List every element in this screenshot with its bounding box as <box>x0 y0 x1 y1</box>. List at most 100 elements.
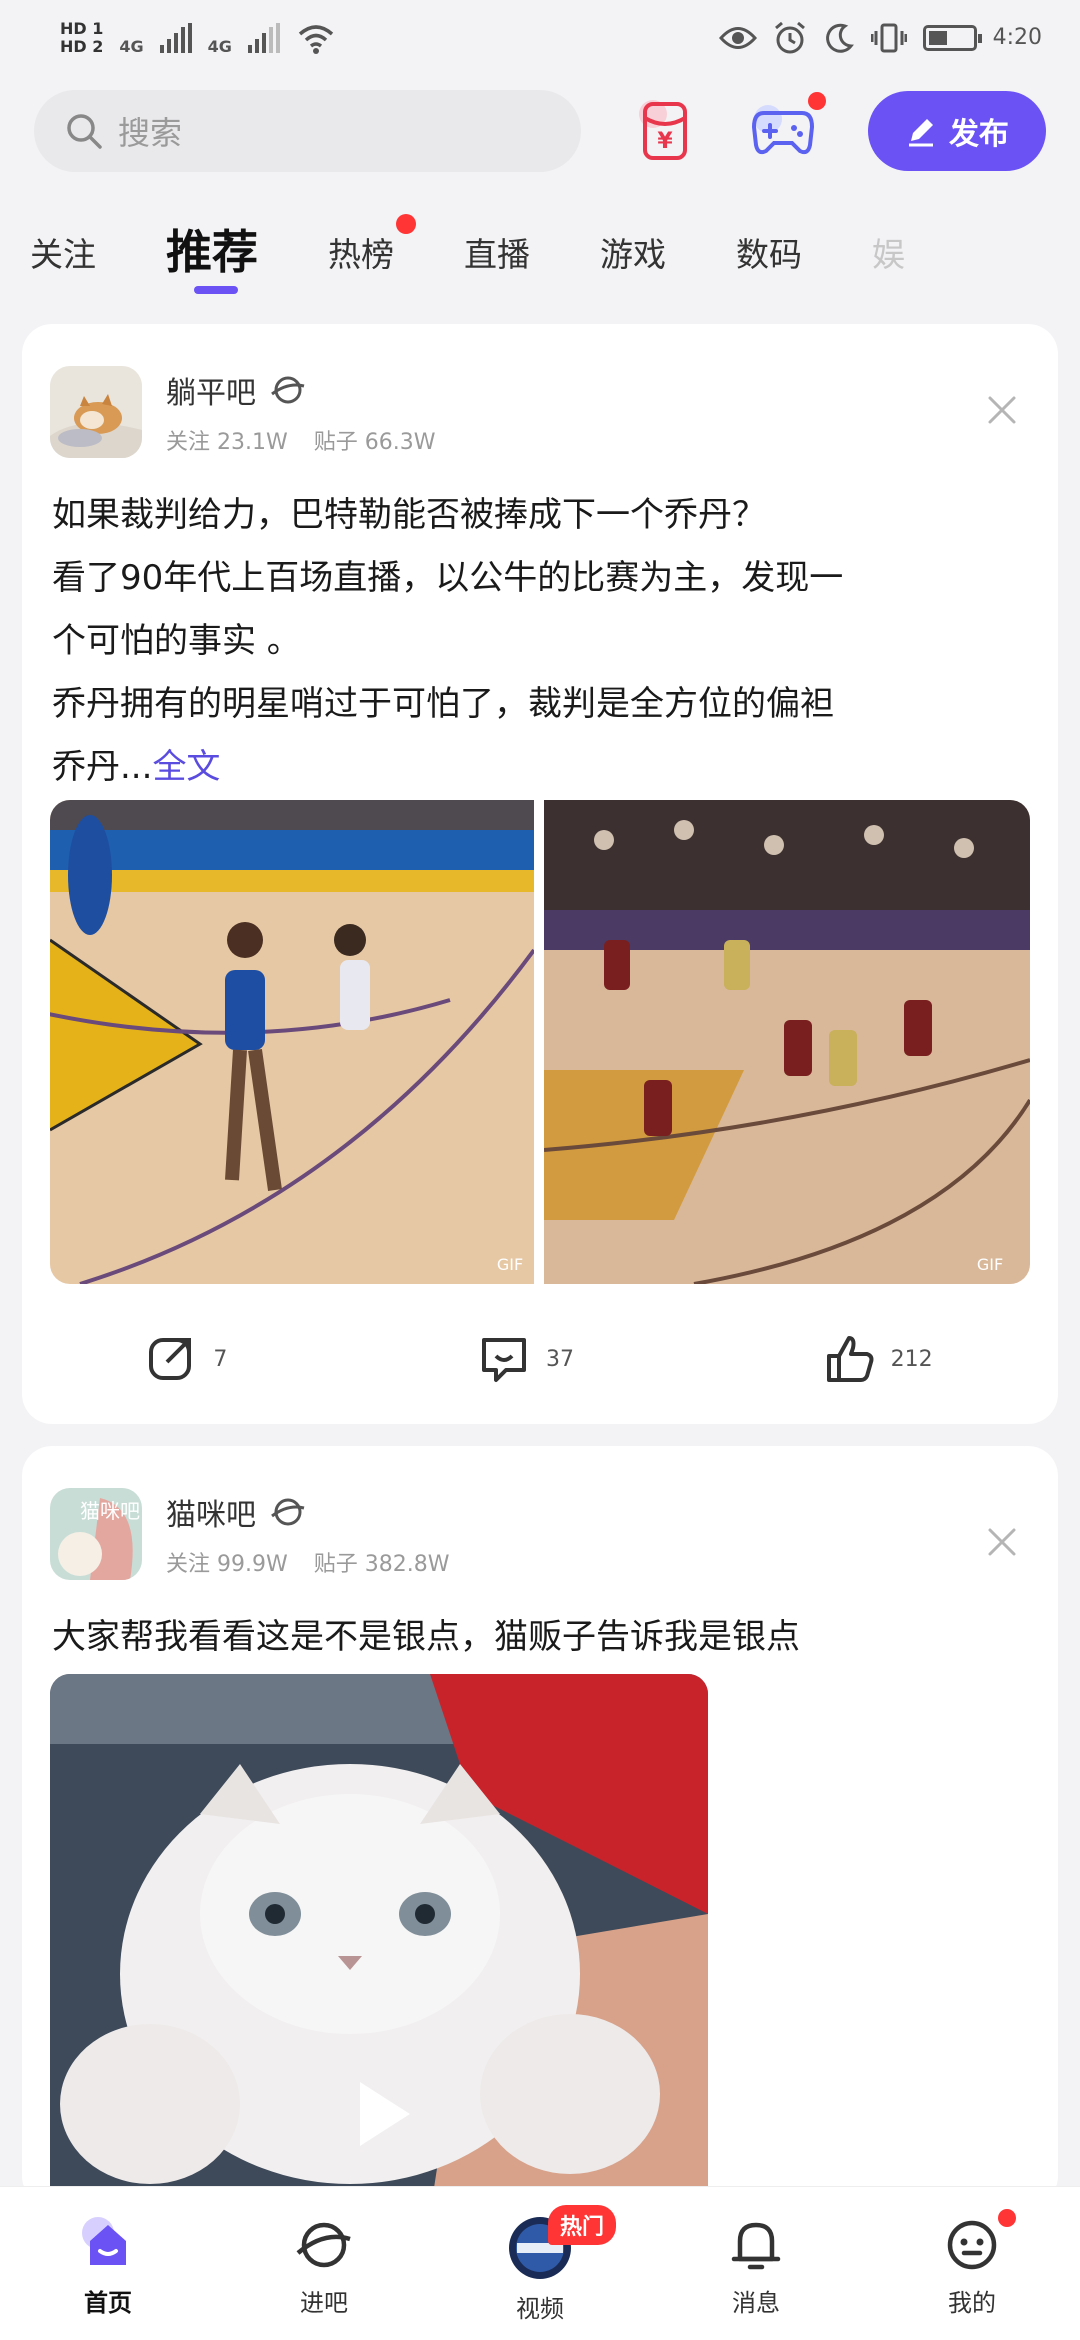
nav-profile-label: 我的 <box>948 2289 996 2317</box>
status-bar: HD 1 HD 2 4G 4G 4:20 <box>0 0 1080 75</box>
hd2-badge: HD 2 <box>60 36 104 56</box>
post-line: 乔丹拥有的明星哨过于可怕了，裁判是全方位的偏袒 <box>52 684 834 724</box>
hd1-badge: HD 1 <box>60 18 104 38</box>
tab-hot-label: 热榜 <box>328 235 394 274</box>
posts-stat: 贴子 66.3W <box>314 424 436 456</box>
tab-digital[interactable]: 数码 <box>736 210 802 276</box>
search-placeholder: 搜索 <box>118 114 183 152</box>
nav-video[interactable]: 热门 视频 <box>460 2205 620 2324</box>
notification-dot <box>807 92 826 110</box>
post-video[interactable] <box>50 1674 708 2214</box>
posts-count: 382.8W <box>364 1552 450 1577</box>
gif-badge: GIF <box>497 1255 523 1274</box>
network-label-2: 4G <box>207 37 232 56</box>
share-count: 7 <box>213 1346 228 1372</box>
nav-forums-label: 进吧 <box>300 2289 348 2317</box>
wallet-button[interactable]: ¥ <box>633 98 698 164</box>
post-line: 如果裁判给力，巴特勒能否被捧成下一个乔丹？ <box>52 495 766 535</box>
moon-icon <box>825 23 854 53</box>
nav-home-label: 首页 <box>84 2289 132 2317</box>
posts-stat: 贴子 382.8W <box>314 1546 450 1578</box>
post-text[interactable]: 如果裁判给力，巴特勒能否被捧成下一个乔丹？ 看了90年代上百场直播，以公牛的比赛… <box>52 484 1028 799</box>
post-text[interactable]: 大家帮我看看这是不是银点，猫贩子告诉我是银点 <box>52 1606 1028 1669</box>
follow-count: 99.9W <box>217 1552 288 1577</box>
bottom-nav: 首页 进吧 热门 视频 消息 我的 <box>0 2186 1080 2340</box>
notification-dot <box>396 214 416 234</box>
comment-button[interactable]: 37 <box>478 1334 574 1384</box>
posts-count: 66.3W <box>364 430 436 455</box>
bell-icon <box>731 2222 781 2270</box>
vibrate-icon <box>870 23 907 52</box>
home-icon <box>82 2217 126 2265</box>
search-box[interactable]: 搜索 <box>34 90 581 172</box>
alarm-icon <box>774 21 805 53</box>
post-card[interactable]: 猫咪吧 猫咪吧 关注 99.9W 贴子 382.8W 大家帮我看看这是不是银点，… <box>22 1446 1058 2214</box>
close-icon[interactable] <box>986 394 1018 426</box>
publish-button[interactable]: 发布 <box>867 91 1046 171</box>
eye-icon <box>718 26 757 49</box>
red-envelope-icon: ¥ <box>639 100 688 160</box>
follow-stat: 关注 99.9W <box>166 1546 288 1578</box>
nav-profile[interactable]: 我的 <box>892 2209 1052 2318</box>
posts-label: 贴子 <box>313 1552 358 1577</box>
nav-messages[interactable]: 消息 <box>676 2215 836 2318</box>
wifi-icon <box>298 24 334 54</box>
like-button[interactable]: 212 <box>825 1334 933 1384</box>
post-image-1[interactable]: GIF <box>50 800 534 1284</box>
post-header: 猫咪吧 猫咪吧 关注 99.9W 贴子 382.8W <box>50 1488 450 1580</box>
post-header: 躺平吧 关注 23.1W 贴子 66.3W <box>50 366 436 458</box>
forum-meta: 躺平吧 关注 23.1W 贴子 66.3W <box>166 368 436 456</box>
forum-name[interactable]: 躺平吧 <box>166 368 256 412</box>
smiley-icon <box>947 2220 997 2270</box>
nav-home[interactable]: 首页 <box>28 2215 188 2318</box>
planet-icon <box>296 2222 351 2268</box>
post-line: 看了90年代上百场直播，以公牛的比赛为主，发现一 <box>52 558 844 598</box>
forum-name[interactable]: 猫咪吧 <box>166 1490 256 1534</box>
tab-live[interactable]: 直播 <box>464 210 530 276</box>
follow-label: 关注 <box>166 1552 211 1577</box>
post-line: 乔丹... <box>52 747 153 787</box>
follow-stat: 关注 23.1W <box>166 424 288 456</box>
tab-games[interactable]: 游戏 <box>600 210 666 276</box>
gamepad-icon <box>751 105 814 155</box>
post-image-2[interactable]: GIF <box>544 800 1030 1284</box>
post-actions: 7 37 212 <box>22 1334 1058 1384</box>
tab-entertainment[interactable]: 娱 <box>872 210 905 276</box>
posts-label: 贴子 <box>313 430 358 455</box>
avatar-text: 猫咪吧 <box>80 1499 140 1523</box>
nav-forums[interactable]: 进吧 <box>244 2215 404 2318</box>
top-bar: 搜索 ¥ 发布 <box>34 88 1046 174</box>
share-icon <box>149 1338 192 1380</box>
nav-messages-label: 消息 <box>732 2289 780 2317</box>
signal-icon-1 <box>159 22 192 53</box>
category-tabs: 关注 推荐 热榜 直播 游戏 数码 娱 <box>30 210 1080 300</box>
publish-label: 发布 <box>948 118 1009 151</box>
planet-icon <box>271 376 305 404</box>
forum-avatar[interactable]: 猫咪吧 <box>50 1488 142 1580</box>
hd-badges: HD 1 HD 2 <box>60 18 104 56</box>
follow-label: 关注 <box>166 430 211 455</box>
close-icon[interactable] <box>986 1526 1018 1558</box>
notification-dot <box>998 2209 1016 2227</box>
tab-follow[interactable]: 关注 <box>30 210 96 276</box>
hot-badge: 热门 <box>548 2205 617 2245</box>
follow-count: 23.1W <box>217 430 288 455</box>
post-line-last: 乔丹...全文 <box>52 736 1028 799</box>
forum-avatar[interactable] <box>50 366 142 458</box>
comment-count: 37 <box>545 1346 574 1372</box>
share-button[interactable]: 7 <box>147 1334 227 1384</box>
clock: 4:20 <box>992 25 1042 50</box>
search-icon <box>67 114 102 149</box>
thumbs-up-icon <box>826 1336 874 1382</box>
tab-hot[interactable]: 热榜 <box>328 210 416 276</box>
svg-text:¥: ¥ <box>658 129 674 154</box>
tab-recommend[interactable]: 推荐 <box>166 210 258 294</box>
gif-badge: GIF <box>977 1255 1003 1274</box>
like-count: 212 <box>890 1346 933 1372</box>
planet-icon <box>271 1498 305 1526</box>
post-card[interactable]: 躺平吧 关注 23.1W 贴子 66.3W 如果裁判给力，巴特勒能否被捧成下一个… <box>22 324 1058 1424</box>
read-more-link[interactable]: 全文 <box>152 747 220 787</box>
battery-icon <box>922 24 982 51</box>
pencil-icon <box>908 119 933 147</box>
game-center-button[interactable] <box>750 92 826 164</box>
